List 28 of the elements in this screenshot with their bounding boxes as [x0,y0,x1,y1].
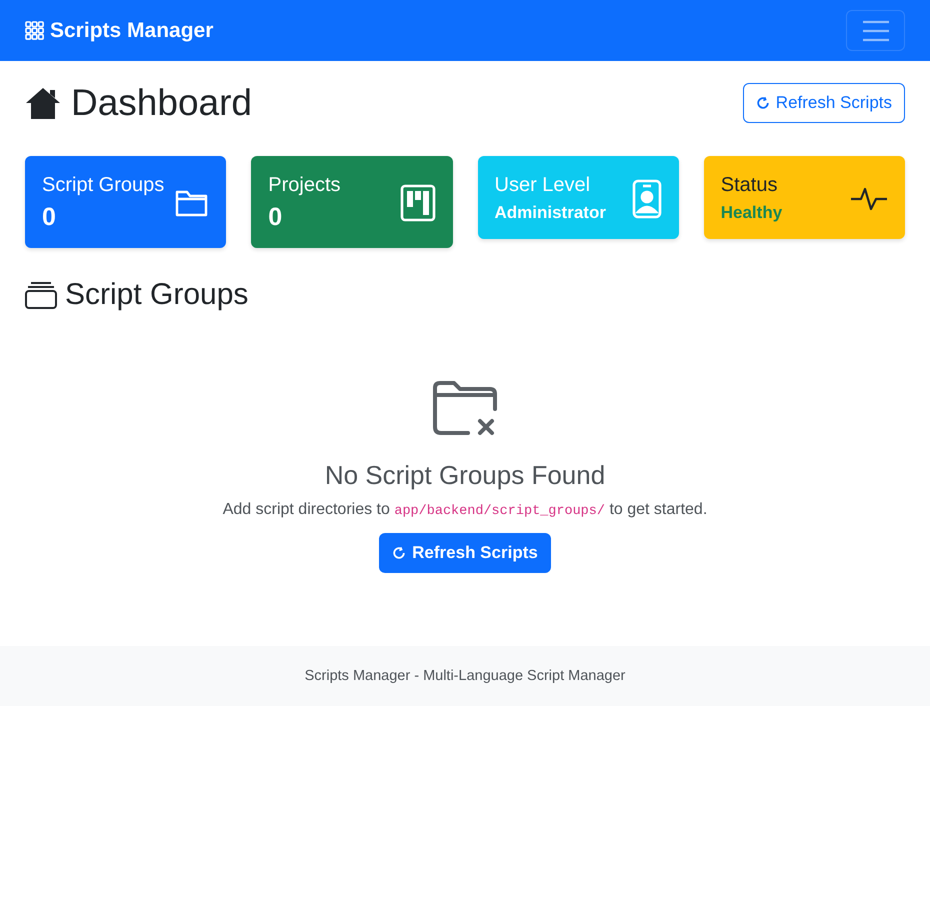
refresh-icon [756,96,770,110]
menu-icon [862,20,890,42]
stat-title: Status [720,174,778,197]
stat-value: Administrator [494,203,606,223]
house-icon [25,86,61,120]
section-title: Script Groups [65,278,248,312]
footer-text: Scripts Manager - Multi-Language Script Manager [304,668,626,684]
empty-state-title: No Script Groups Found [324,460,606,491]
grid-icon [25,21,44,40]
refresh-button[interactable]: Refresh Scripts [742,83,905,123]
page-title: Dashboard [71,82,252,124]
refresh-icon [392,546,406,560]
stat-value: 0 [268,203,284,232]
pulse-icon [850,186,888,212]
menu-toggle-button[interactable] [846,10,905,51]
stat-value: Healthy [720,203,782,223]
stat-title: User Level [494,174,592,197]
stat-title: Script Groups [42,174,164,197]
stat-value: 0 [42,203,57,232]
id-badge-icon [632,178,662,218]
empty-state-text: Add script directories to app/backend/script_groups/ to get started. [222,501,708,519]
collection-icon [25,281,57,309]
folder-x-icon [431,380,499,438]
brand-title[interactable]: Scripts Manager [50,18,214,42]
refresh-button[interactable]: Refresh Scripts [379,533,551,573]
kanban-icon [400,184,436,222]
folder-icon [175,188,210,218]
stat-title: Projects [268,174,340,197]
